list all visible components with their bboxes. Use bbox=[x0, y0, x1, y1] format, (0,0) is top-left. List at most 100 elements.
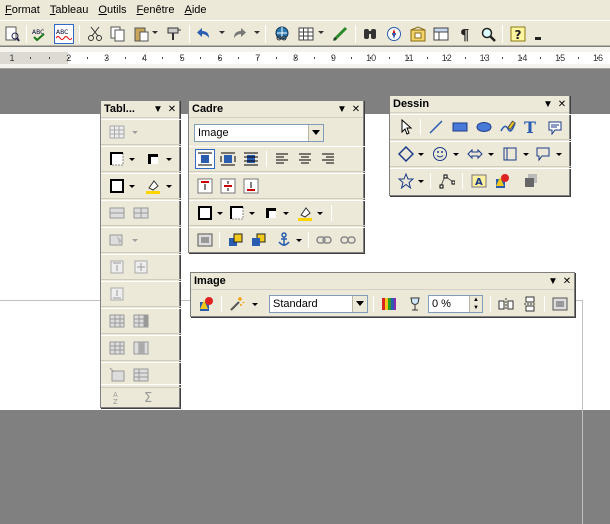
redo-icon[interactable] bbox=[229, 24, 249, 44]
find-replace-icon[interactable] bbox=[360, 24, 380, 44]
basic-shapes-dropdown-icon[interactable] bbox=[418, 153, 424, 156]
background-color-icon[interactable] bbox=[143, 176, 163, 196]
block-arrows-icon[interactable] bbox=[465, 144, 485, 164]
hyperlink-icon[interactable] bbox=[272, 24, 292, 44]
callouts-icon[interactable] bbox=[533, 144, 553, 164]
palette-menu-icon[interactable]: ▼ bbox=[546, 274, 560, 288]
color-icon[interactable] bbox=[379, 294, 399, 314]
align-bottom-icon[interactable] bbox=[107, 284, 127, 304]
text-tool-icon[interactable]: T bbox=[521, 117, 541, 137]
palette-menu-icon[interactable]: ▼ bbox=[541, 97, 555, 111]
align-bottom-icon[interactable] bbox=[241, 176, 261, 196]
table-icon[interactable] bbox=[296, 24, 316, 44]
delete-row-icon[interactable] bbox=[107, 338, 127, 358]
paste-dropdown-icon[interactable] bbox=[152, 31, 158, 34]
data-sources-icon[interactable] bbox=[431, 24, 451, 44]
border-color-icon[interactable] bbox=[195, 203, 215, 223]
close-icon[interactable]: ✕ bbox=[555, 97, 569, 111]
horizontal-ruler[interactable]: 12345678910111213141516 bbox=[0, 47, 610, 69]
paste-icon[interactable] bbox=[131, 24, 151, 44]
chevron-down-icon[interactable] bbox=[352, 296, 367, 312]
apply-style-combo[interactable]: Image bbox=[194, 124, 324, 142]
flip-vertical-icon[interactable] bbox=[520, 294, 540, 314]
flowchart-icon[interactable] bbox=[500, 144, 520, 164]
symbol-shapes-icon[interactable] bbox=[430, 144, 450, 164]
stars-dropdown-icon[interactable] bbox=[418, 180, 424, 183]
formatting-marks-icon[interactable]: ¶ bbox=[455, 24, 475, 44]
menu-format[interactable]: Format bbox=[0, 0, 45, 20]
insert-table-icon[interactable] bbox=[107, 122, 127, 142]
optimize-icon[interactable] bbox=[107, 230, 127, 250]
basic-shapes-icon[interactable] bbox=[396, 144, 416, 164]
cut-icon[interactable] bbox=[85, 24, 105, 44]
fontwork-icon[interactable]: A bbox=[469, 171, 489, 191]
split-cells-icon[interactable] bbox=[131, 203, 151, 223]
transparency-spinbox[interactable]: 0 % ▲ ▼ bbox=[428, 295, 483, 313]
wrap-through-icon[interactable] bbox=[241, 149, 261, 169]
close-icon[interactable]: ✕ bbox=[349, 102, 363, 116]
select-pointer-icon[interactable] bbox=[396, 117, 416, 137]
clone-format-icon[interactable] bbox=[164, 24, 184, 44]
line-style-icon[interactable] bbox=[261, 203, 281, 223]
sort-icon[interactable]: AZ bbox=[107, 387, 127, 407]
align-top-icon[interactable] bbox=[195, 176, 215, 196]
show-draw-functions-icon[interactable] bbox=[330, 24, 350, 44]
merge-cells-icon[interactable] bbox=[107, 203, 127, 223]
link-frames-icon[interactable] bbox=[314, 230, 334, 250]
borders-icon[interactable] bbox=[107, 149, 127, 169]
callout-tool-icon[interactable] bbox=[545, 117, 565, 137]
extrusion-icon[interactable] bbox=[521, 171, 541, 191]
align-center-icon[interactable] bbox=[295, 149, 315, 169]
menu-tableau[interactable]: Tableau bbox=[45, 0, 94, 20]
palette-menu-icon[interactable]: ▼ bbox=[335, 102, 349, 116]
background-color-dropdown-icon[interactable] bbox=[166, 185, 172, 188]
callouts-dropdown-icon[interactable] bbox=[556, 153, 562, 156]
bring-to-front-icon[interactable] bbox=[226, 230, 246, 250]
points-icon[interactable] bbox=[437, 171, 457, 191]
send-to-back-icon[interactable] bbox=[249, 230, 269, 250]
flowchart-dropdown-icon[interactable] bbox=[523, 153, 529, 156]
undo-icon[interactable] bbox=[194, 24, 214, 44]
insert-row-icon[interactable] bbox=[107, 311, 127, 331]
align-left-icon[interactable] bbox=[272, 149, 292, 169]
close-icon[interactable]: ✕ bbox=[165, 102, 179, 116]
magic-wand-icon[interactable] bbox=[227, 294, 247, 314]
insert-table-dropdown-icon[interactable] bbox=[132, 131, 138, 134]
autoformat-icon[interactable] bbox=[107, 365, 127, 385]
align-top-icon[interactable] bbox=[107, 257, 127, 277]
border-color-icon[interactable] bbox=[107, 176, 127, 196]
wrap-page-icon[interactable] bbox=[218, 149, 238, 169]
spellcheck-icon[interactable]: ABC bbox=[30, 24, 50, 44]
symbol-shapes-dropdown-icon[interactable] bbox=[453, 153, 459, 156]
filter-dropdown-icon[interactable] bbox=[252, 303, 258, 306]
anchor-icon[interactable] bbox=[274, 230, 294, 250]
gallery-icon[interactable] bbox=[408, 24, 428, 44]
undo-dropdown-icon[interactable] bbox=[219, 31, 225, 34]
navigator-icon[interactable] bbox=[384, 24, 404, 44]
line-style-dropdown-icon[interactable] bbox=[166, 158, 172, 161]
insert-column-icon[interactable] bbox=[131, 311, 151, 331]
filter-icon[interactable] bbox=[197, 294, 217, 314]
transparency-icon[interactable] bbox=[405, 294, 425, 314]
borders-icon[interactable] bbox=[227, 203, 247, 223]
graphics-mode-combo[interactable]: Standard bbox=[269, 295, 368, 313]
menu-aide[interactable]: Aide bbox=[179, 0, 211, 20]
border-color-dropdown-icon[interactable] bbox=[129, 185, 135, 188]
freeform-tool-icon[interactable] bbox=[498, 117, 518, 137]
rectangle-tool-icon[interactable] bbox=[450, 117, 470, 137]
close-icon[interactable]: ✕ bbox=[560, 274, 574, 288]
palette-menu-icon[interactable]: ▼ bbox=[151, 102, 165, 116]
delete-column-icon[interactable] bbox=[131, 338, 151, 358]
table-dropdown-icon[interactable] bbox=[318, 31, 324, 34]
borders-dropdown-icon[interactable] bbox=[249, 212, 255, 215]
border-color-dropdown-icon[interactable] bbox=[217, 212, 223, 215]
align-center-vertical-icon[interactable] bbox=[218, 176, 238, 196]
frame-properties-icon[interactable] bbox=[195, 230, 215, 250]
borders-dropdown-icon[interactable] bbox=[129, 158, 135, 161]
anchor-dropdown-icon[interactable] bbox=[296, 239, 302, 242]
ellipse-tool-icon[interactable] bbox=[474, 117, 494, 137]
zoom-icon[interactable] bbox=[478, 24, 498, 44]
auto-spellcheck-icon[interactable]: ABC bbox=[54, 24, 74, 44]
stars-icon[interactable] bbox=[396, 171, 416, 191]
copy-icon[interactable] bbox=[108, 24, 128, 44]
